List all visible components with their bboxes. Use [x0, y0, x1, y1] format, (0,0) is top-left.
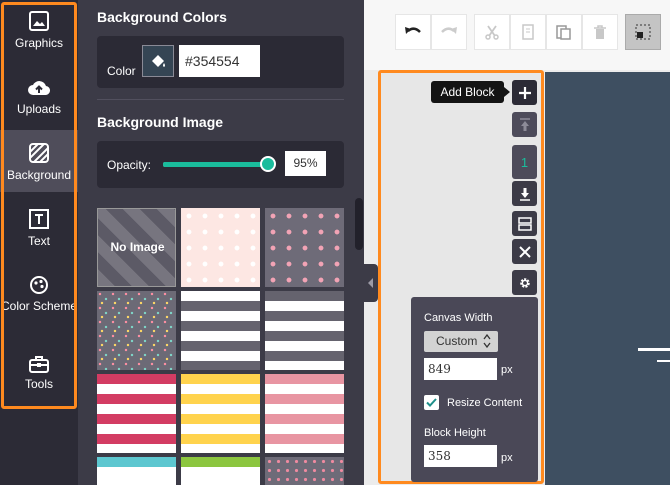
no-image-label: No Image — [110, 240, 165, 254]
canvas-width-input[interactable]: 849 — [424, 358, 497, 380]
thumbnail-no-image[interactable]: No Image — [97, 208, 176, 287]
thumbnail-pattern[interactable] — [265, 374, 344, 453]
opacity-slider-fill — [163, 162, 268, 167]
block-height-label: Block Height — [424, 427, 486, 439]
scissors-icon — [485, 25, 499, 40]
plus-icon — [518, 86, 531, 99]
up-down-arrows-icon — [483, 334, 491, 348]
thumbnail-pattern[interactable] — [97, 374, 176, 453]
thumbnail-pattern[interactable] — [265, 291, 344, 370]
copy-button[interactable] — [510, 14, 546, 50]
thumbnail-pattern[interactable] — [97, 291, 176, 370]
paint-bucket-icon — [152, 55, 165, 67]
block-number: 1 — [512, 145, 537, 179]
hex-color-input[interactable]: #354554 — [179, 45, 260, 77]
move-block-up-button[interactable] — [512, 112, 537, 137]
background-panel: Background Colors Color #354554 Backgrou… — [78, 0, 364, 485]
color-label: Color — [107, 64, 136, 78]
thumbnail-pattern[interactable] — [97, 457, 176, 485]
canvas-width-mode-value: Custom — [436, 334, 478, 348]
canvas-width-mode-select[interactable]: Custom — [424, 331, 498, 352]
split-block-icon — [517, 216, 532, 231]
background-image-title: Background Image — [97, 114, 224, 130]
gear-icon — [519, 277, 530, 288]
block-height-input[interactable]: 358 — [424, 445, 497, 467]
color-swatch-button[interactable] — [142, 45, 174, 77]
undo-icon — [405, 27, 421, 34]
color-row: Color #354554 — [97, 36, 344, 88]
thumbnail-pattern[interactable] — [181, 374, 260, 453]
move-block-down-button[interactable] — [512, 181, 537, 206]
cut-button[interactable] — [474, 14, 510, 50]
thumbnail-pattern[interactable] — [265, 457, 344, 485]
toolbar — [364, 0, 670, 70]
width-unit-label: px — [501, 364, 513, 376]
opacity-slider[interactable] — [163, 156, 276, 172]
tooltip-arrow — [504, 87, 510, 97]
design-canvas[interactable] — [545, 72, 670, 485]
layer-arrange-icon — [635, 24, 651, 40]
opacity-value-input[interactable]: 95% — [285, 151, 326, 176]
redo-button[interactable] — [431, 14, 467, 50]
thumbnail-pattern[interactable] — [181, 457, 260, 485]
checkmark-icon — [426, 398, 437, 407]
resize-content-label: Resize Content — [447, 397, 523, 409]
paste-button[interactable] — [546, 14, 582, 50]
resize-content-checkbox[interactable] — [424, 395, 439, 410]
thumbnail-pattern[interactable] — [181, 208, 260, 287]
block-settings-button[interactable] — [512, 270, 537, 295]
thumbnail-pattern[interactable] — [265, 208, 344, 287]
copy-icon — [522, 24, 534, 40]
canvas-width-label: Canvas Width — [424, 312, 493, 324]
sidebar-highlight-frame — [1, 2, 77, 409]
height-unit-label: px — [501, 452, 513, 464]
delete-button[interactable] — [582, 14, 618, 50]
collapse-panel-tab[interactable] — [364, 264, 378, 302]
delete-block-button[interactable] — [512, 239, 537, 264]
opacity-label: Opacity: — [107, 158, 152, 172]
background-colors-title: Background Colors — [97, 9, 227, 25]
canvas-line — [657, 360, 670, 362]
add-block-button[interactable] — [512, 80, 537, 105]
chevron-left-icon — [368, 278, 373, 288]
add-block-tooltip: Add Block — [431, 81, 504, 103]
block-settings-popover: Canvas Width Custom 849 px Resize Conten… — [411, 297, 538, 482]
panel-scrollbar[interactable] — [355, 198, 363, 250]
move-up-icon — [519, 117, 530, 131]
close-icon — [518, 245, 531, 258]
paste-icon — [556, 25, 571, 40]
trash-icon — [594, 25, 606, 39]
opacity-row: Opacity: 95% — [97, 141, 344, 188]
arrange-button[interactable] — [625, 14, 661, 50]
move-down-icon — [519, 187, 530, 201]
undo-button[interactable] — [395, 14, 431, 50]
thumbnail-pattern[interactable] — [181, 291, 260, 370]
opacity-slider-handle[interactable] — [259, 156, 276, 172]
divider — [97, 99, 344, 100]
duplicate-block-button[interactable] — [512, 211, 537, 236]
redo-icon — [441, 27, 457, 34]
canvas-line — [638, 348, 670, 351]
